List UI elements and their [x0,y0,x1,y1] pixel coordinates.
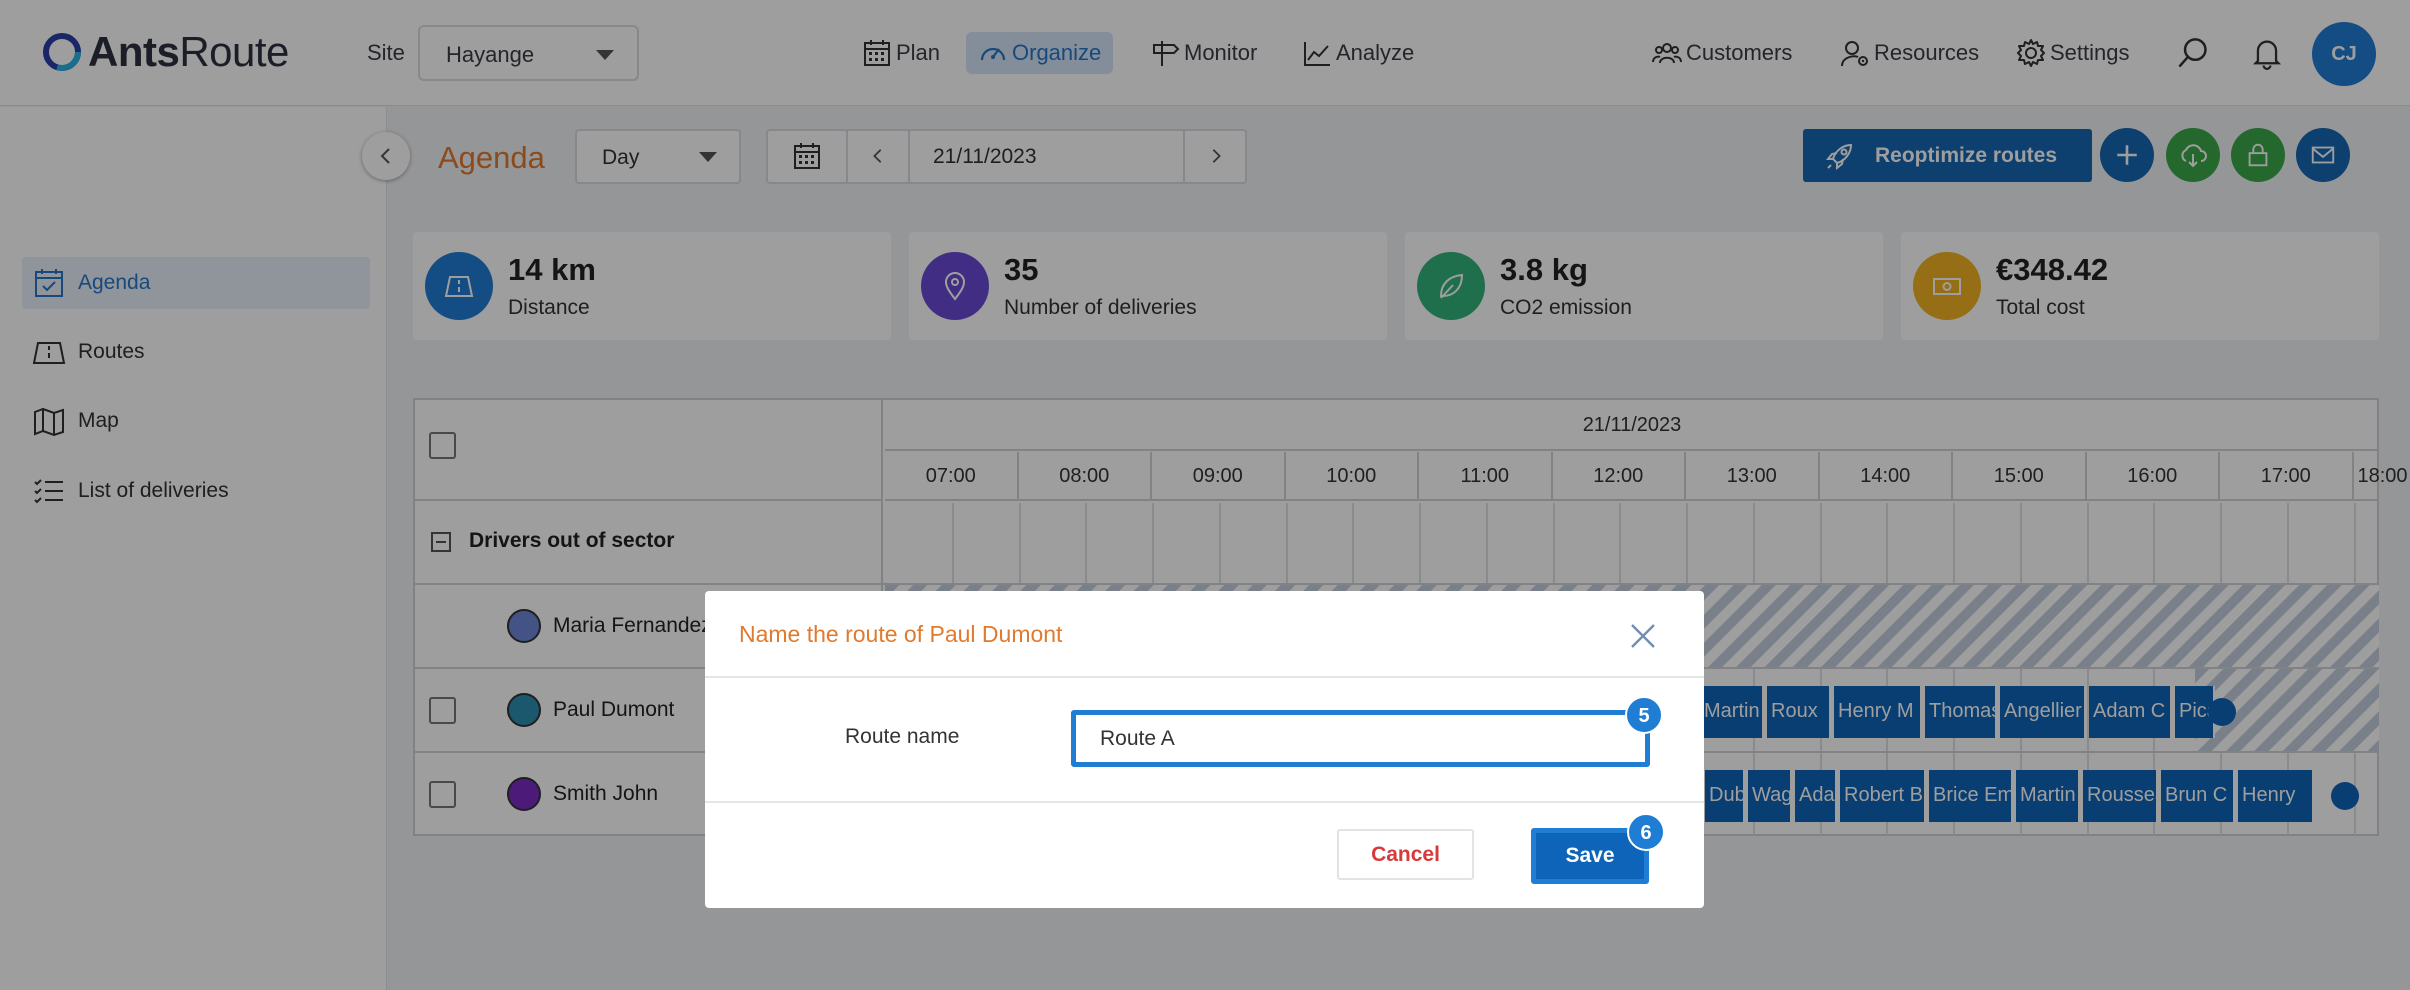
name-route-dialog: Name the route of Paul Dumont Route name… [705,591,1704,908]
dialog-title: Name the route of Paul Dumont [739,621,1063,647]
step-badge: 6 [1627,813,1665,851]
divider [705,801,1704,803]
divider [705,676,1704,678]
close-icon[interactable] [1626,619,1660,653]
route-name-label: Route name [845,725,960,748]
route-name-input[interactable] [1071,710,1650,767]
step-badge: 5 [1625,696,1663,734]
cancel-button[interactable]: Cancel [1337,829,1474,880]
